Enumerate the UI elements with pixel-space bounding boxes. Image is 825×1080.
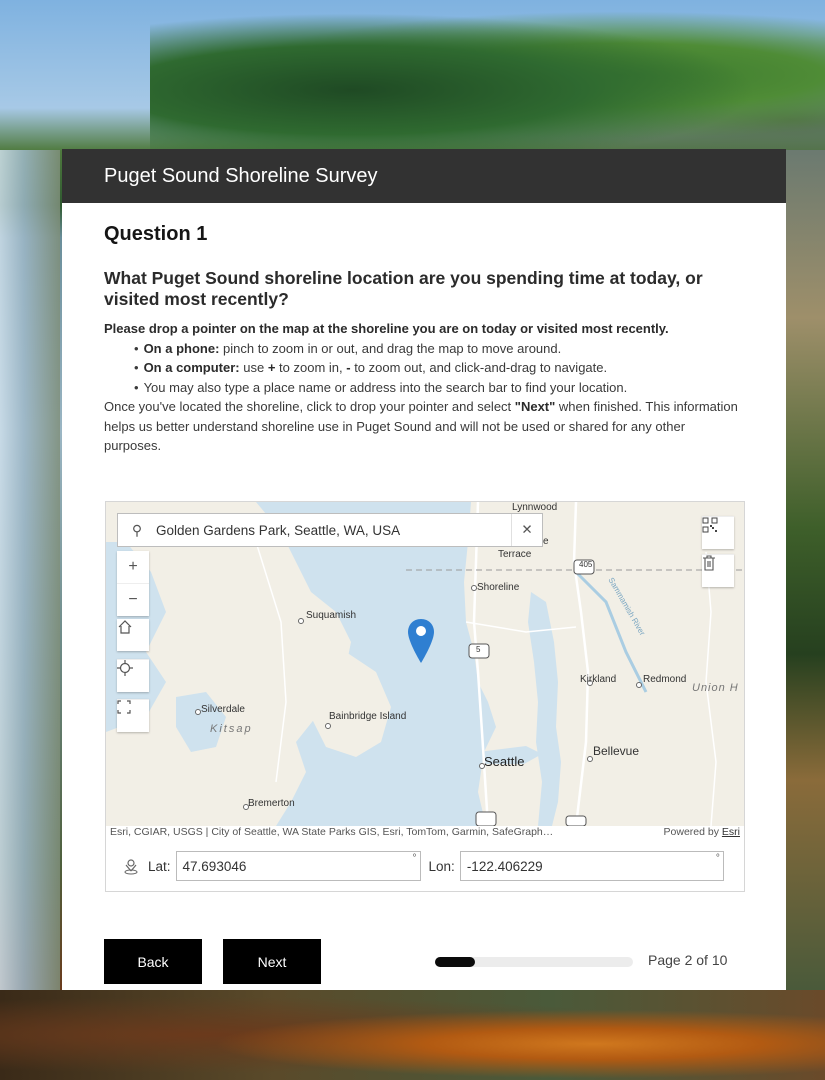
back-button[interactable]: Back <box>104 939 202 984</box>
map-attribution: Esri, CGIAR, USGS | City of Seattle, WA … <box>106 826 744 841</box>
map-label-shoreline: Shoreline <box>477 582 520 593</box>
trash-icon <box>703 555 715 571</box>
map-label-bainbridge-island: Bainbridge Island <box>329 711 407 722</box>
instruction-bullet-phone: On a phone: pinch to zoom in or out, and… <box>104 339 744 359</box>
map-label-union-hill: Union H <box>692 682 739 694</box>
latitude-field[interactable]: 47.693046 ° <box>175 851 421 881</box>
map-label-seattle: Seattle <box>484 754 525 769</box>
qr-code-icon <box>702 517 718 533</box>
question-text: What Puget Sound shoreline location are … <box>104 268 703 309</box>
map-shield-405: 405 <box>579 560 593 569</box>
zoom-controls: + − <box>117 551 149 616</box>
map-shield-5: 5 <box>476 645 481 654</box>
map-label-terrace: Terrace <box>498 549 532 560</box>
instruction-bullet-search: You may also type a place name or addres… <box>104 378 744 398</box>
question-number: Question 1 <box>104 223 208 245</box>
survey-header: Puget Sound Shoreline Survey <box>62 149 786 203</box>
map-search-bar: ⚲ Golden Gardens Park, Seattle, WA, USA … <box>117 513 543 547</box>
instructions-lead: Please drop a pointer on the map at the … <box>104 321 669 336</box>
coordinate-inputs: Lat: 47.693046 ° Lon: -122.406229 ° <box>106 841 744 891</box>
fullscreen-icon <box>117 700 131 714</box>
background-rocks <box>785 150 825 990</box>
map-label-bremerton: Bremerton <box>248 798 295 809</box>
map-widget: Lynnwood e Terrace Shoreline Suquamish S… <box>105 501 745 892</box>
progress-fill <box>435 957 475 967</box>
survey-navigation: Back Next Page 2 of 10 <box>104 939 744 984</box>
search-icon: ⚲ <box>131 521 143 538</box>
location-icon <box>124 859 138 875</box>
instruction-bullet-computer: On a computer: use + to zoom in, - to zo… <box>104 358 744 378</box>
instructions-closing: Once you've located the shoreline, click… <box>104 399 738 453</box>
map-label-lynnwood: Lynnwood <box>512 502 558 513</box>
background-water <box>0 150 60 990</box>
map-canvas[interactable]: Lynnwood e Terrace Shoreline Suquamish S… <box>106 502 744 826</box>
home-icon <box>118 620 132 634</box>
esri-link[interactable]: Esri <box>722 826 740 838</box>
zoom-out-button[interactable]: − <box>117 583 149 616</box>
location-pin-icon[interactable] <box>407 617 435 665</box>
next-button[interactable]: Next <box>223 939 321 984</box>
map-label-kirkland: Kirkland <box>580 674 617 685</box>
lon-label: Lon: <box>428 858 455 874</box>
zoom-in-button[interactable]: + <box>117 551 149 583</box>
map-search-input[interactable]: Golden Gardens Park, Seattle, WA, USA <box>156 523 511 538</box>
map-label-redmond: Redmond <box>643 674 687 685</box>
longitude-field[interactable]: -122.406229 ° <box>459 851 724 881</box>
map-label-silverdale: Silverdale <box>201 704 245 715</box>
map-label-suquamish: Suquamish <box>306 610 357 621</box>
locate-button[interactable] <box>117 659 149 692</box>
map-label-bellevue: Bellevue <box>593 744 640 758</box>
crosshair-icon <box>117 660 133 676</box>
background-trees <box>150 0 825 150</box>
delete-pin-button[interactable] <box>702 554 734 587</box>
page-indicator: Page 2 of 10 <box>648 952 728 968</box>
qr-code-button[interactable] <box>702 516 734 549</box>
lat-label: Lat: <box>148 858 171 874</box>
attribution-text: Esri, CGIAR, USGS | City of Seattle, WA … <box>110 826 554 838</box>
survey-title: Puget Sound Shoreline Survey <box>104 164 378 187</box>
home-button[interactable] <box>117 619 149 651</box>
survey-card: Puget Sound Shoreline Survey Question 1 … <box>62 149 786 990</box>
map-label-e: e <box>543 536 549 547</box>
fullscreen-button[interactable] <box>117 699 149 732</box>
progress-bar <box>435 957 633 967</box>
clear-search-icon[interactable]: ✕ <box>511 514 542 546</box>
instructions: Please drop a pointer on the map at the … <box>104 319 744 456</box>
background-seaweed <box>0 990 825 1080</box>
map-label-kitsap: Kitsap <box>210 723 253 735</box>
